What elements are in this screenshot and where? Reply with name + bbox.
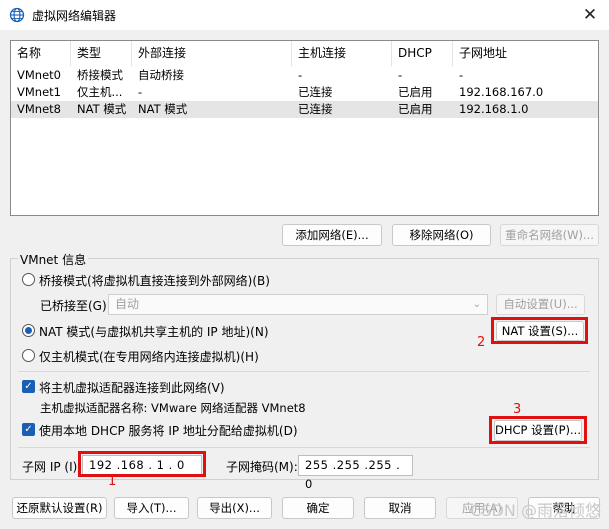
import-button[interactable]: 导入(T)... [114,497,189,519]
cancel-button[interactable]: 取消 [364,497,436,519]
network-list-header: 名称 类型 外部连接 主机连接 DHCP 子网地址 [11,41,598,66]
cell-external: 自动桥接 [138,68,184,82]
cell-external: NAT 模式 [138,102,188,116]
adapter-name-label: 主机虚拟适配器名称: VMware 网络适配器 VMnet8 [40,401,306,415]
network-globe-icon [9,7,25,23]
host-only-label[interactable]: 仅主机模式(在专用网络内连接虚拟机)(H) [39,348,259,365]
annotation-label-2: 2 [477,335,486,350]
column-header-name[interactable]: 名称 [11,41,71,66]
cell-name: VMnet0 [17,68,61,82]
table-row[interactable]: VMnet0 桥接模式 自动桥接 - - - [11,67,598,84]
cell-dhcp: - [398,68,403,82]
export-button[interactable]: 导出(X)... [197,497,272,519]
cell-name: VMnet1 [17,85,61,99]
annotation-label-1: 1 [108,474,117,489]
divider [18,447,590,448]
column-header-subnet[interactable]: 子网地址 [453,41,600,66]
cell-host: 已连接 [298,102,333,116]
use-dhcp-checkbox[interactable]: ✓ [22,423,35,436]
cell-type: 桥接模式 [77,68,123,82]
network-list[interactable]: 名称 类型 外部连接 主机连接 DHCP 子网地址 VMnet0 桥接模式 自动… [10,40,599,216]
cell-external: - [138,85,143,99]
column-header-external[interactable]: 外部连接 [132,41,292,66]
column-header-type[interactable]: 类型 [71,41,132,66]
column-header-host[interactable]: 主机连接 [292,41,392,66]
title-bar: 虚拟网络编辑器 ✕ [0,0,609,30]
add-network-button[interactable]: 添加网络(E)... [282,224,382,246]
cell-dhcp: 已启用 [398,102,433,116]
watermark: CSDN @雨落倾悠 [470,501,601,520]
bridged-mode-label[interactable]: 桥接模式(将虚拟机直接连接到外部网络)(B) [39,272,270,289]
subnet-mask-label: 子网掩码(M): [226,460,298,474]
window-title: 虚拟网络编辑器 [32,9,117,23]
restore-defaults-button[interactable]: 还原默认设置(R) [12,497,107,519]
connect-adapter-label[interactable]: 将主机虚拟适配器连接到此网络(V) [39,379,225,396]
bridged-to-value: 自动 [115,297,140,311]
table-row-selected[interactable]: VMnet8 NAT 模式 NAT 模式 已连接 已启用 192.168.1.0 [11,101,598,118]
chevron-down-icon: ⌄ [472,299,481,310]
host-only-radio[interactable] [22,349,35,362]
vmnet-info-label: VMnet 信息 [18,251,89,268]
cell-subnet: 192.168.1.0 [459,102,529,116]
remove-network-button[interactable]: 移除网络(O) [392,224,491,246]
annotation-label-3: 3 [513,402,522,417]
cell-subnet: 192.168.167.0 [459,85,544,99]
cell-host: 已连接 [298,85,333,99]
cell-name: VMnet8 [17,102,61,116]
bridged-to-label: 已桥接至(G): [40,299,111,313]
nat-mode-radio[interactable] [22,324,35,337]
ok-button[interactable]: 确定 [282,497,354,519]
use-dhcp-label[interactable]: 使用本地 DHCP 服务将 IP 地址分配给虚拟机(D) [39,422,298,439]
subnet-ip-label: 子网 IP (I): [22,460,82,474]
bridged-mode-radio[interactable] [22,273,35,286]
cell-type: NAT 模式 [77,102,127,116]
column-header-dhcp[interactable]: DHCP [392,41,453,66]
cell-subnet: - [459,68,464,82]
table-row[interactable]: VMnet1 仅主机... - 已连接 已启用 192.168.167.0 [11,84,598,101]
cell-host: - [298,68,303,82]
divider [18,371,590,372]
annotation-box-nat [491,317,588,344]
nat-mode-label[interactable]: NAT 模式(与虚拟机共享主机的 IP 地址)(N) [39,323,269,340]
subnet-mask-input[interactable]: 255 .255 .255 . 0 [298,455,413,491]
auto-settings-button[interactable]: 自动设置(U)... [496,294,585,315]
connect-adapter-checkbox[interactable]: ✓ [22,380,35,393]
annotation-box-subnet-ip [78,451,206,477]
close-button[interactable]: ✕ [579,4,601,26]
cell-dhcp: 已启用 [398,85,433,99]
rename-network-button[interactable]: 重命名网络(W)... [500,224,599,246]
cell-type: 仅主机... [77,85,123,99]
annotation-box-dhcp [489,416,587,444]
bridged-to-select[interactable]: 自动 ⌄ [108,294,488,315]
